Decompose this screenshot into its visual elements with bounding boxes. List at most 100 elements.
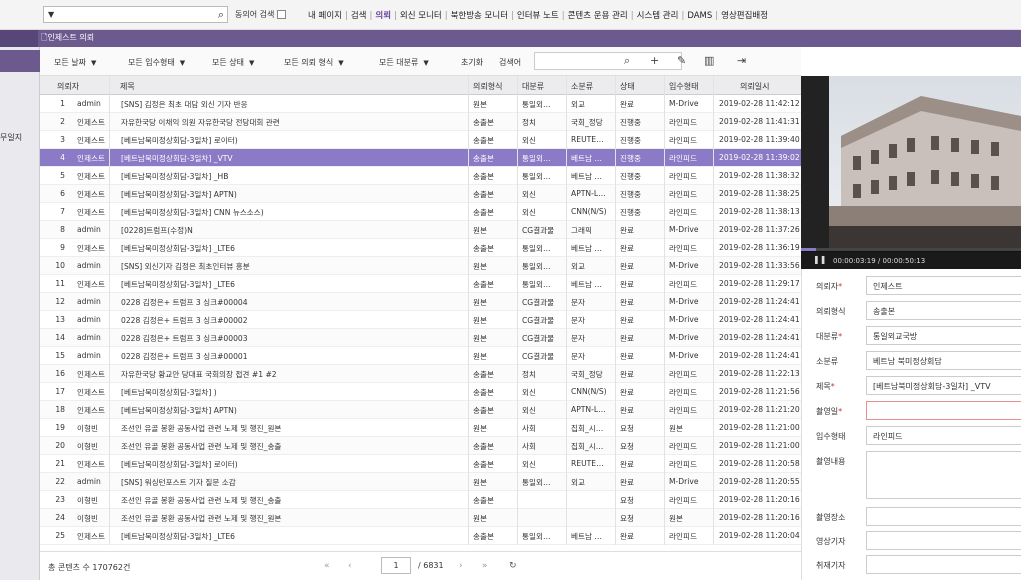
search-scope-select[interactable]: ▼ ⌕ [43, 6, 228, 23]
table-cell: 인제스트 [77, 172, 105, 181]
writer-field[interactable] [866, 555, 1021, 574]
sidebar-active-item[interactable] [0, 50, 40, 72]
table-cell: 3 [60, 135, 65, 144]
nav-item[interactable]: 콘텐츠 운용 관리 [568, 11, 628, 21]
tab-ingest-request[interactable]: 🗋인제스트 의뢰 [41, 32, 94, 46]
column-header[interactable]: 의뢰형식 [473, 81, 502, 92]
search-input[interactable] [534, 52, 682, 70]
nav-item[interactable]: 인터뷰 노트 [517, 11, 559, 21]
column-header[interactable]: 의뢰일시 [740, 81, 769, 92]
table-cell: 15 [55, 351, 65, 360]
status-filter[interactable]: 모든 상태 ▼ [212, 57, 254, 68]
nav-item[interactable]: 외신 모니터 [400, 11, 442, 21]
synonym-search[interactable]: 동의어 검색 [235, 9, 287, 20]
nav-item[interactable]: 시스템 관리 [637, 11, 679, 21]
video-progress[interactable] [801, 248, 1021, 251]
column-divider [615, 76, 616, 545]
subcategory-field[interactable]: 베트남 북미정상회담 [866, 351, 1021, 370]
title-field[interactable]: [베트남북미정상회담-3일차] _VTV [866, 376, 1021, 395]
table-cell: admin [77, 477, 101, 486]
table-cell: 라인피드 [669, 388, 697, 397]
synonym-checkbox[interactable] [277, 10, 287, 19]
table-cell: CNN(N/S) [571, 207, 607, 216]
table-row[interactable]: 9 인제스트 [베트남북미정상회담-3일차] _LTE6 송출본 통일외… 베트남 … 완료… [40, 239, 801, 257]
nav-item[interactable]: 의뢰 [375, 11, 391, 21]
first-page-icon[interactable]: « [324, 561, 330, 571]
date-filter[interactable]: 모든 날짜 ▼ [54, 57, 96, 68]
video-preview[interactable]: ❚❚ 00:00:03:19 / 00:00:50:13 [801, 76, 1021, 269]
columns-icon[interactable]: ▥ [704, 54, 714, 67]
column-header[interactable]: 상태 [620, 81, 635, 92]
next-page-icon[interactable]: › [459, 561, 463, 571]
pause-icon[interactable]: ❚❚ [813, 255, 826, 264]
reset-button[interactable]: 초기화 [461, 57, 483, 68]
table-row[interactable]: 22 admin [SNS] 워싱턴포스트 기자 질문 소감 원본 통일외… 외교 완료 M-… [40, 473, 801, 491]
prev-page-icon[interactable]: ‹ [348, 561, 352, 571]
nav-item[interactable]: 북한방송 모니터 [451, 11, 508, 21]
table-row[interactable]: 11 인제스트 [베트남북미정상회담-3일차] _LTE6 송출본 통일외… 베트남 … 완… [40, 275, 801, 293]
column-header[interactable]: 입수형태 [669, 81, 698, 92]
table-row[interactable]: 13 admin 0228 김정은+ 트럼프 3 싱크#00002 원본 CG결과물 문자… [40, 311, 801, 329]
table-row[interactable]: 7 인제스트 [베트남북미정상회담-3일차] CNN 뉴스소스) 송출본 외신 CNN(N… [40, 203, 801, 221]
column-header[interactable]: 소분류 [571, 81, 593, 92]
table-row[interactable]: 2 인제스트 자유한국당 이채익 의원 자유한국당 전당대회 관련 송출본 정치 국회_정… [40, 113, 801, 131]
request-type-filter[interactable]: 모든 의뢰 형식 ▼ [284, 57, 344, 68]
table-row[interactable]: 19 이형빈 조선인 유골 봉환 공동사업 관련 노제 및 행진_원본 원본 사회 집회_… [40, 419, 801, 437]
table-cell: 외교 [571, 478, 585, 487]
table-cell: 2019-02-28 11:24:41 [719, 333, 800, 342]
sidebar-label[interactable]: 무일지 [0, 132, 22, 143]
table-row[interactable]: 6 인제스트 [베트남북미정상회담-3일차] APTN) 송출본 외신 APTN-L… 진행… [40, 185, 801, 203]
table-row[interactable]: 25 인제스트 [베트남북미정상회담-3일차] _LTE6 송출본 통일외… 베트남 … 완… [40, 527, 801, 545]
last-page-icon[interactable]: » [482, 561, 488, 571]
add-icon[interactable]: + [650, 54, 659, 67]
table-row[interactable]: 20 이형빈 조선인 유골 봉환 공동사업 관련 노제 및 행진_송출 송출본 사회 집회… [40, 437, 801, 455]
nav-item[interactable]: 영상편집배정 [721, 11, 768, 21]
table-row[interactable]: 8 admin [0228]트럼프(수정)N 원본 CG결과물 그래픽 완료 M-Drive 2… [40, 221, 801, 239]
table-cell: M-Drive [669, 261, 699, 270]
table-row[interactable]: 10 admin [SNS] 외신기자 김정은 최초인터뷰 흥분 원본 통일외… 외교 완료… [40, 257, 801, 275]
table-cell: 진행중 [620, 172, 641, 181]
table-row[interactable]: 12 admin 0228 김정은+ 트럼프 3 싱크#00004 원본 CG결과물 문자… [40, 293, 801, 311]
column-header[interactable]: 제목 [120, 81, 135, 92]
table-row[interactable]: 24 이형빈 조선인 유골 봉환 공동사업 관련 노제 및 행진_원본 원본 요청 원본 2… [40, 509, 801, 527]
export-icon[interactable]: ⇥ [737, 54, 746, 67]
column-header[interactable]: 의뢰자 [57, 81, 79, 92]
column-header[interactable]: 대분류 [522, 81, 544, 92]
table-cell: 인제스트 [77, 244, 105, 253]
table-cell: 5 [60, 171, 65, 180]
refresh-icon[interactable]: ↻ [509, 561, 517, 571]
content-field[interactable] [866, 451, 1021, 499]
input-type-filter[interactable]: 모든 입수형태 ▼ [128, 57, 185, 68]
nav-item[interactable]: 검색 [351, 11, 367, 21]
search-icon[interactable]: ⌕ [624, 54, 630, 68]
table-cell: 송출본 [473, 172, 494, 181]
table-row[interactable]: 17 인제스트 [베트남북미정상회담-3일차] ) 송출본 외신 CNN(N/S) 완료 라인… [40, 383, 801, 401]
reporter-field[interactable] [866, 531, 1021, 550]
table-row[interactable]: 21 인제스트 [베트남북미정상회담-3일차] 로이터) 송출본 외신 REUTE… 완료 라… [40, 455, 801, 473]
nav-item[interactable]: 내 페이지 [308, 11, 342, 21]
table-row[interactable]: 23 이형빈 조선인 유골 봉환 공동사업 관련 노제 및 행진_송출 송출본 요청 라인… [40, 491, 801, 509]
nav-item[interactable]: DAMS [687, 11, 712, 21]
nav-separator: | [715, 11, 719, 21]
type-field[interactable]: 송출본 [866, 301, 1021, 320]
table-row[interactable]: 4 인제스트 [베트남북미정상회담-3일차] _VTV 송출본 통일외… 베트남 … 진행중… [40, 149, 801, 167]
table-row[interactable]: 3 인제스트 [베트남북미정상회담-3일차] 로이터) 송출본 외신 REUTE… 진행중 라… [40, 131, 801, 149]
table-cell: [SNS] 외신기자 김정은 최초인터뷰 흥분 [121, 262, 250, 271]
category-filter[interactable]: 모든 대분류 ▼ [379, 57, 429, 68]
table-row[interactable]: 15 admin 0228 김정은+ 트럼프 3 싱크#00001 원본 CG결과물 문자… [40, 347, 801, 365]
table-row[interactable]: 5 인제스트 [베트남북미정상회담-3일차] _HB 송출본 통일외… 베트남 … 진행중 라… [40, 167, 801, 185]
table-row[interactable]: 18 인제스트 [베트남북미정상회담-3일차] APTN) 송출본 외신 APTN-L… 완… [40, 401, 801, 419]
table-row[interactable]: 1 admin [SNS] 김정은 최초 대담 외신 기자 반응 원본 통일외… 외교 완료… [40, 95, 801, 113]
category-field[interactable]: 통일외교국방 [866, 326, 1021, 345]
place-label: 촬영장소 [816, 513, 846, 522]
page-input[interactable]: 1 [381, 557, 411, 574]
place-field[interactable] [866, 507, 1021, 526]
table-cell: admin [77, 333, 101, 342]
requester-field[interactable]: 인제스트 [866, 276, 1021, 295]
date-field[interactable] [866, 401, 1021, 420]
table-row[interactable]: 14 admin 0228 김정은+ 트럼프 3 싱크#00003 원본 CG결과물 문자… [40, 329, 801, 347]
table-row[interactable]: 16 인제스트 자유한국당 황교안 당대표 국회의장 접견 #1 #2 송출본 정치 국회… [40, 365, 801, 383]
search-icon[interactable]: ⌕ [218, 8, 224, 22]
edit-icon[interactable]: ✎ [677, 54, 686, 67]
input-field[interactable]: 라인피드 [866, 426, 1021, 445]
